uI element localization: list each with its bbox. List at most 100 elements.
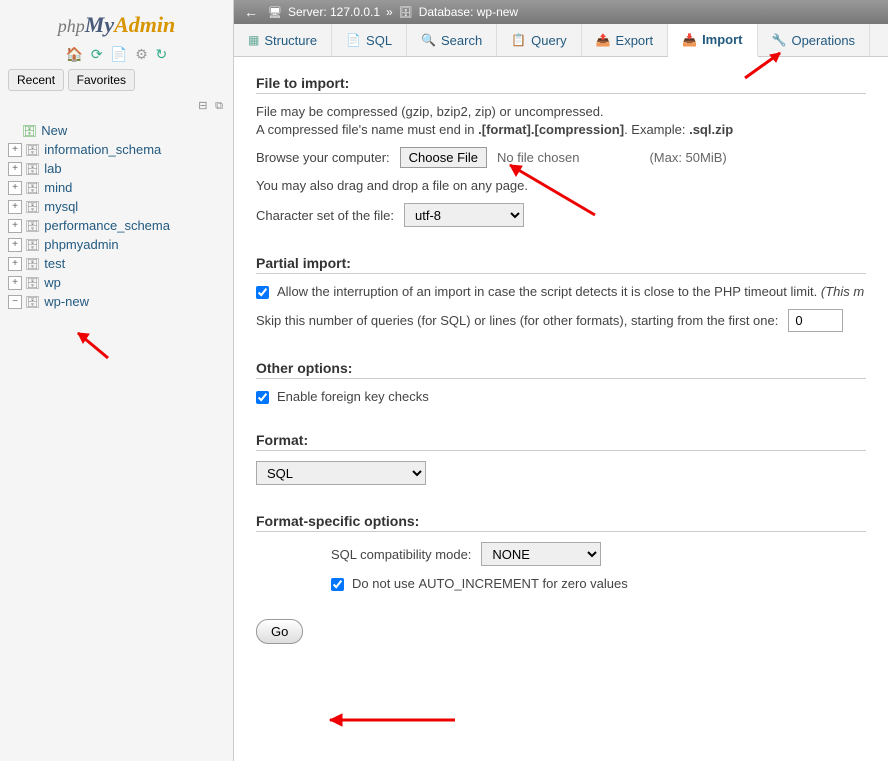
expand-icon[interactable]: +	[8, 143, 22, 157]
tree-collapse-row: ⊟ ⧉	[8, 97, 225, 113]
expand-icon[interactable]: +	[8, 162, 22, 176]
tab-export[interactable]: 📤Export	[582, 24, 669, 56]
partial-import-title: Partial import:	[256, 255, 866, 274]
db-tree: 🗄 New +🗄information_schema +🗄lab +🗄mind …	[8, 121, 225, 311]
db-label: lab	[44, 161, 61, 176]
db-icon: 🗄	[25, 276, 40, 290]
drag-help: You may also drag and drop a file on any…	[256, 178, 866, 193]
sql-icon: 📄	[346, 33, 361, 47]
bc-sep: »	[386, 5, 393, 19]
link-icon[interactable]: ⧉	[215, 100, 223, 112]
tree-db-wp-new[interactable]: −🗄 wp-new	[8, 292, 225, 311]
help-text-part: A compressed file's name must end in	[256, 122, 478, 137]
db-label: test	[44, 256, 65, 271]
expand-icon[interactable]: +	[8, 238, 22, 252]
db-label: performance_schema	[44, 218, 170, 233]
tree-db-performance_schema[interactable]: +🗄 performance_schema	[8, 216, 225, 235]
auto-inc-checkbox[interactable]	[331, 578, 344, 591]
bc-database[interactable]: Database: wp-new	[419, 5, 518, 19]
tree-db-information_schema[interactable]: +🗄information_schema	[8, 140, 225, 159]
skip-input[interactable]	[788, 309, 843, 332]
other-options-title: Other options:	[256, 360, 866, 379]
tree-db-phpmyadmin[interactable]: +🗄phpmyadmin	[8, 235, 225, 254]
db-icon: 🗄	[25, 219, 40, 233]
format-specific-title: Format-specific options:	[256, 513, 866, 532]
collapse-icon[interactable]: −	[8, 295, 22, 309]
tab-label: SQL	[366, 33, 392, 48]
tab-sql[interactable]: 📄 SQL	[332, 24, 407, 56]
tree-db-lab[interactable]: +🗄lab	[8, 159, 225, 178]
favorites-button[interactable]: Favorites	[68, 69, 135, 91]
expand-icon[interactable]: +	[8, 219, 22, 233]
skip-row: Skip this number of queries (for SQL) or…	[256, 309, 866, 332]
compress-help-1: File may be compressed (gzip, bzip2, zip…	[256, 104, 866, 119]
file-import-title: File to import:	[256, 75, 866, 94]
back-icon[interactable]: ←	[244, 4, 258, 20]
tab-import[interactable]: 📥Import	[668, 24, 757, 57]
db-label: phpmyadmin	[44, 237, 118, 252]
logout-icon[interactable]: ⟳	[91, 46, 103, 62]
operations-icon: 🔧	[772, 33, 787, 47]
browse-label: Browse your computer:	[256, 150, 390, 165]
tree-db-wp[interactable]: +🗄 wp	[8, 273, 225, 292]
tab-label: Import	[702, 32, 742, 47]
db-icon: 🗄	[25, 181, 40, 195]
db-label: wp-new	[44, 294, 89, 309]
reload-icon[interactable]: ↻	[155, 46, 167, 62]
tab-query[interactable]: 📋 Query	[497, 24, 581, 56]
settings-icon[interactable]: ⚙	[135, 46, 148, 62]
compat-row: SQL compatibility mode: NONE	[331, 542, 866, 566]
search-icon: 🔍	[421, 33, 436, 47]
server-icon: 🖥	[268, 6, 282, 19]
format-specific-indent: SQL compatibility mode: NONE Do not use …	[256, 542, 866, 591]
tree-db-mind[interactable]: +🗄mind	[8, 178, 225, 197]
home-icon[interactable]: 🏠	[66, 46, 83, 62]
auto-inc-text-1: Do not use	[352, 576, 419, 591]
tree-new[interactable]: 🗄 New	[8, 121, 225, 140]
bc-server[interactable]: Server: 127.0.0.1	[288, 5, 380, 19]
expand-icon[interactable]: +	[8, 181, 22, 195]
db-label: wp	[44, 275, 61, 290]
breadcrumb: ← 🖥 Server: 127.0.0.1 » 🗄 Database: wp-n…	[234, 0, 888, 24]
allow-interrupt-label: Allow the interruption of an import in c…	[277, 284, 864, 299]
collapse-icon[interactable]: ⊟	[198, 100, 207, 112]
tree-db-test[interactable]: +🗄test	[8, 254, 225, 273]
format-select[interactable]: SQL	[256, 461, 426, 485]
expand-icon[interactable]: +	[8, 200, 22, 214]
compat-select[interactable]: NONE	[481, 542, 601, 566]
no-file-text: No file chosen	[497, 150, 579, 165]
skip-label: Skip this number of queries (for SQL) or…	[256, 313, 778, 328]
logo-my: My	[85, 12, 114, 37]
tab-structure[interactable]: ▦Structure	[234, 24, 332, 56]
expand-icon[interactable]: +	[8, 276, 22, 290]
recent-button[interactable]: Recent	[8, 69, 64, 91]
expand-icon[interactable]: +	[8, 257, 22, 271]
db-icon: 🗄	[25, 200, 40, 214]
db-label: mysql	[44, 199, 78, 214]
tab-search[interactable]: 🔍 Search	[407, 24, 497, 56]
tab-label: Query	[531, 33, 566, 48]
logo[interactable]: phpMyAdmin	[8, 8, 225, 42]
docs-icon[interactable]: 📄	[110, 46, 127, 62]
choose-file-button[interactable]: Choose File	[400, 147, 487, 168]
charset-select[interactable]: utf-8	[404, 203, 524, 227]
go-button[interactable]: Go	[256, 619, 303, 644]
db-icon: 🗄	[25, 295, 40, 309]
compress-help-2: A compressed file's name must end in .[f…	[256, 122, 866, 137]
tab-label: Search	[441, 33, 482, 48]
query-icon: 📋	[511, 33, 526, 47]
sidebar: phpMyAdmin 🏠 ⟳ 📄 ⚙ ↻ Recent Favorites ⊟ …	[0, 0, 234, 761]
tab-operations[interactable]: 🔧Operations	[758, 24, 871, 56]
help-example-bold: .sql.zip	[689, 122, 733, 137]
nav-icons: 🏠 ⟳ 📄 ⚙ ↻	[8, 46, 225, 63]
bc-db-label: Database:	[419, 5, 474, 19]
file-import-section: File to import: File may be compressed (…	[256, 75, 866, 227]
logo-php: php	[58, 16, 85, 36]
auto-inc-keyword: AUTO_INCREMENT	[419, 576, 539, 591]
db-label: information_schema	[44, 142, 161, 157]
tree-db-mysql[interactable]: +🗄 mysql	[8, 197, 225, 216]
format-specific-section: Format-specific options: SQL compatibili…	[256, 513, 866, 591]
allow-interrupt-checkbox[interactable]	[256, 286, 269, 299]
foreign-key-checkbox[interactable]	[256, 391, 269, 404]
partial-import-section: Partial import: Allow the interruption o…	[256, 255, 866, 332]
